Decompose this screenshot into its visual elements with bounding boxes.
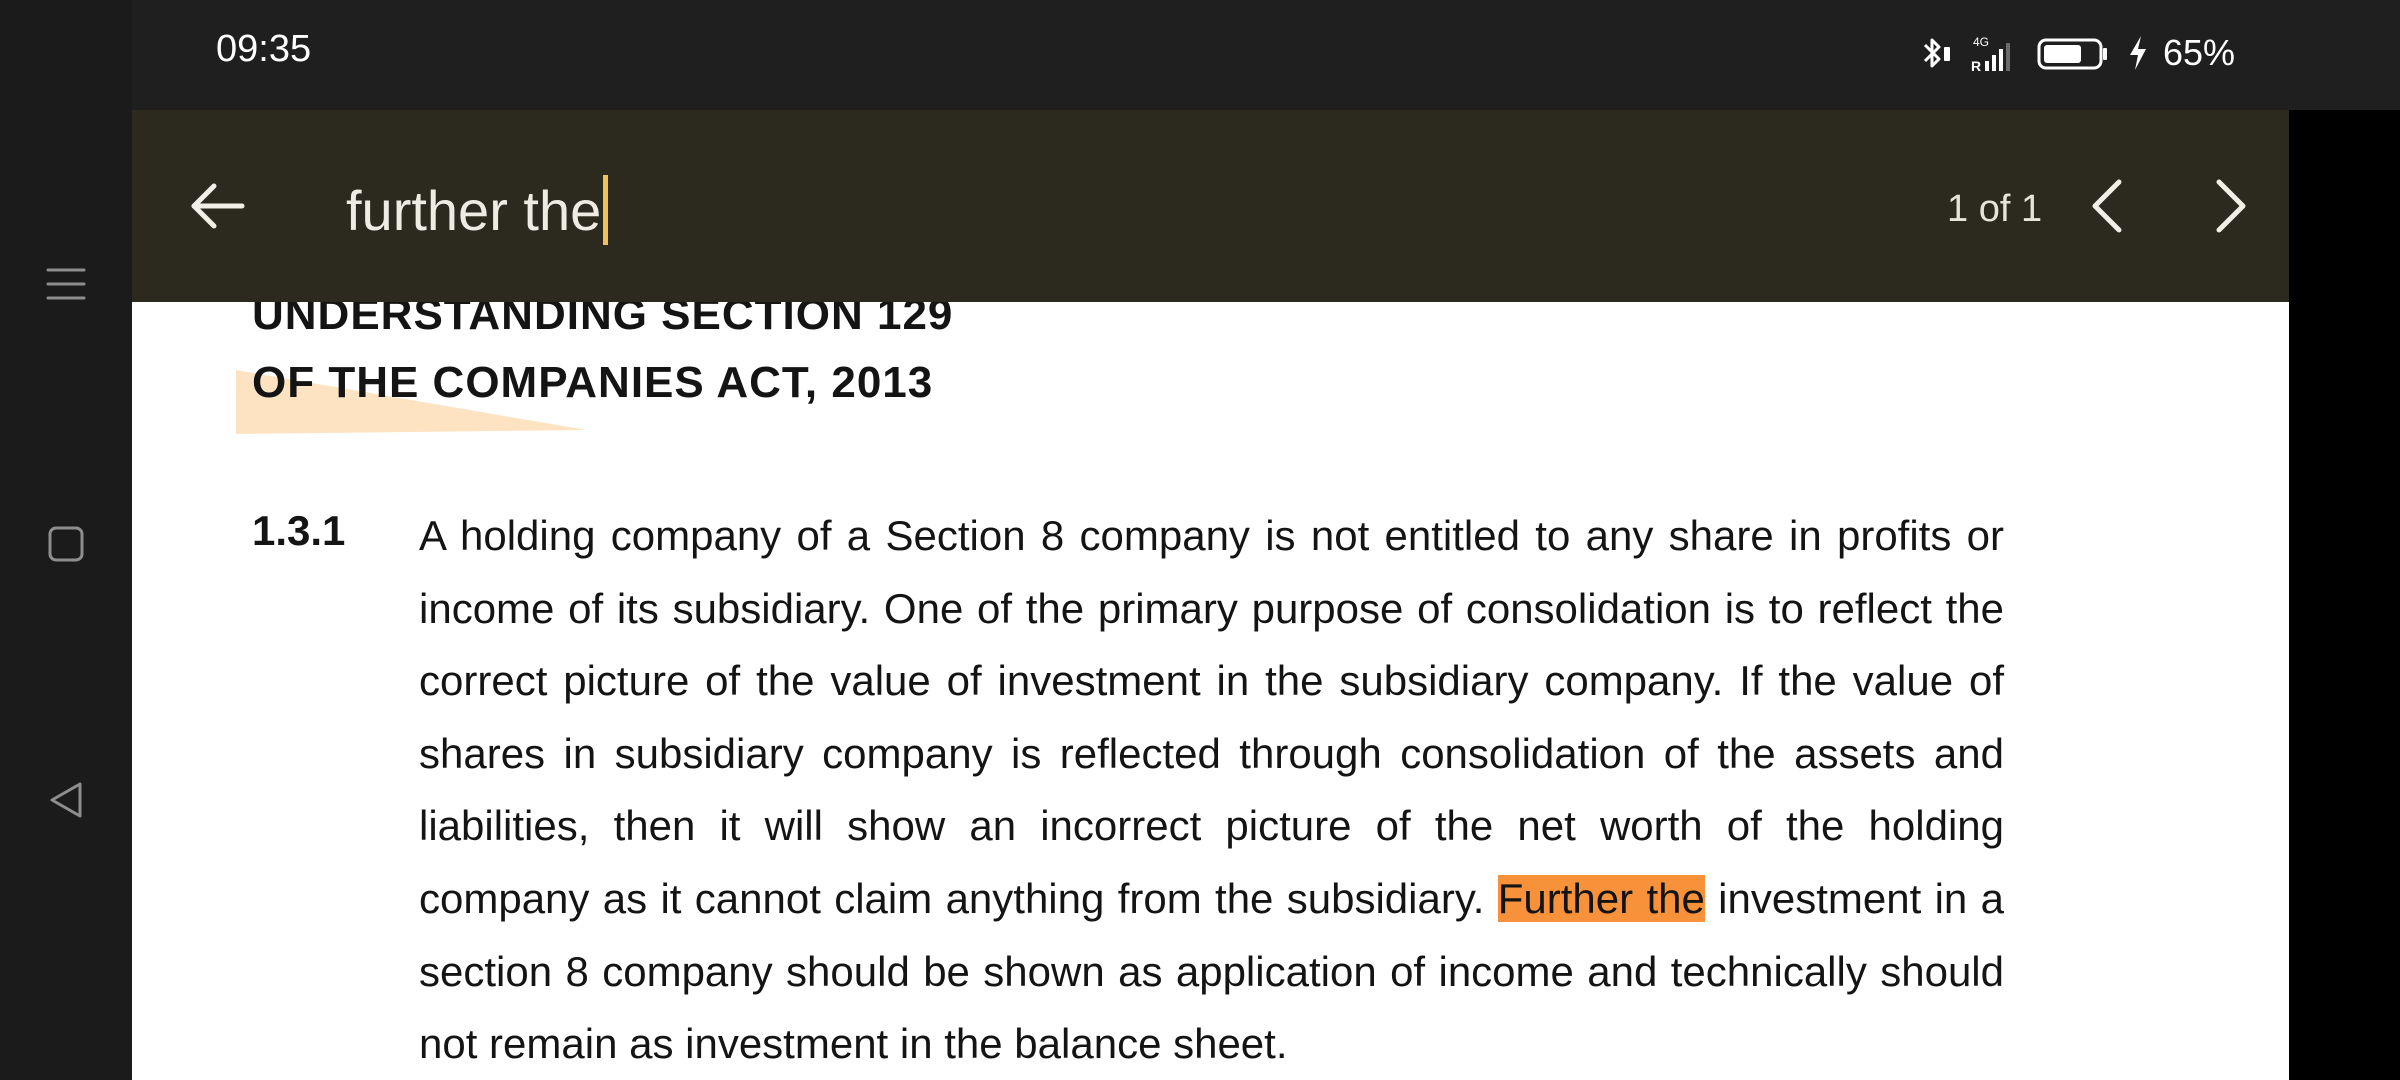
text-cursor	[603, 175, 609, 245]
battery-icon	[2037, 33, 2115, 73]
battery-percentage: 65%	[2163, 32, 2236, 73]
back-triangle-icon[interactable]	[44, 778, 88, 822]
search-match-highlight: Further the	[1497, 874, 1705, 922]
heading-line-1: UNDERSTANDING SECTION 129	[252, 302, 954, 339]
match-counter: 1 of 1	[1947, 188, 2043, 230]
search-query-text[interactable]: further the	[346, 178, 601, 243]
svg-text:R: R	[1971, 58, 1981, 73]
search-input[interactable]: further the	[346, 170, 1846, 250]
status-time: 09:35	[216, 28, 312, 70]
network-type-label: 4G	[1973, 35, 1989, 49]
section-number: 1.3.1	[252, 507, 346, 554]
search-toolbar: further the 1 of 1	[132, 110, 2289, 302]
paragraph-text: A holding company of a Section 8 company…	[419, 500, 2004, 1080]
menu-icon[interactable]	[44, 262, 88, 306]
paragraph-text-before: A holding company of a Section 8 company…	[419, 512, 2004, 922]
previous-match-chevron-icon[interactable]	[2069, 166, 2149, 246]
next-match-chevron-icon[interactable]	[2189, 166, 2269, 246]
navigation-rail	[0, 0, 132, 1080]
right-edge-strip	[2289, 110, 2400, 1080]
section-heading: UNDERSTANDING SECTION 129 OF THE COMPANI…	[132, 302, 2289, 442]
document-page: UNDERSTANDING SECTION 129 OF THE COMPANI…	[132, 302, 2289, 1080]
charging-bolt-icon	[2127, 33, 2149, 73]
status-icons: 4G R 65%	[1917, 30, 2235, 76]
bluetooth-icon	[1917, 33, 1957, 73]
back-arrow-icon[interactable]	[182, 170, 254, 242]
cellular-signal-icon: 4G R	[1969, 33, 2025, 73]
heading-line-2: OF THE COMPANIES ACT, 2013	[252, 358, 934, 407]
home-square-icon[interactable]	[44, 522, 88, 566]
status-bar: 09:35 4G R 65%	[132, 0, 2400, 110]
